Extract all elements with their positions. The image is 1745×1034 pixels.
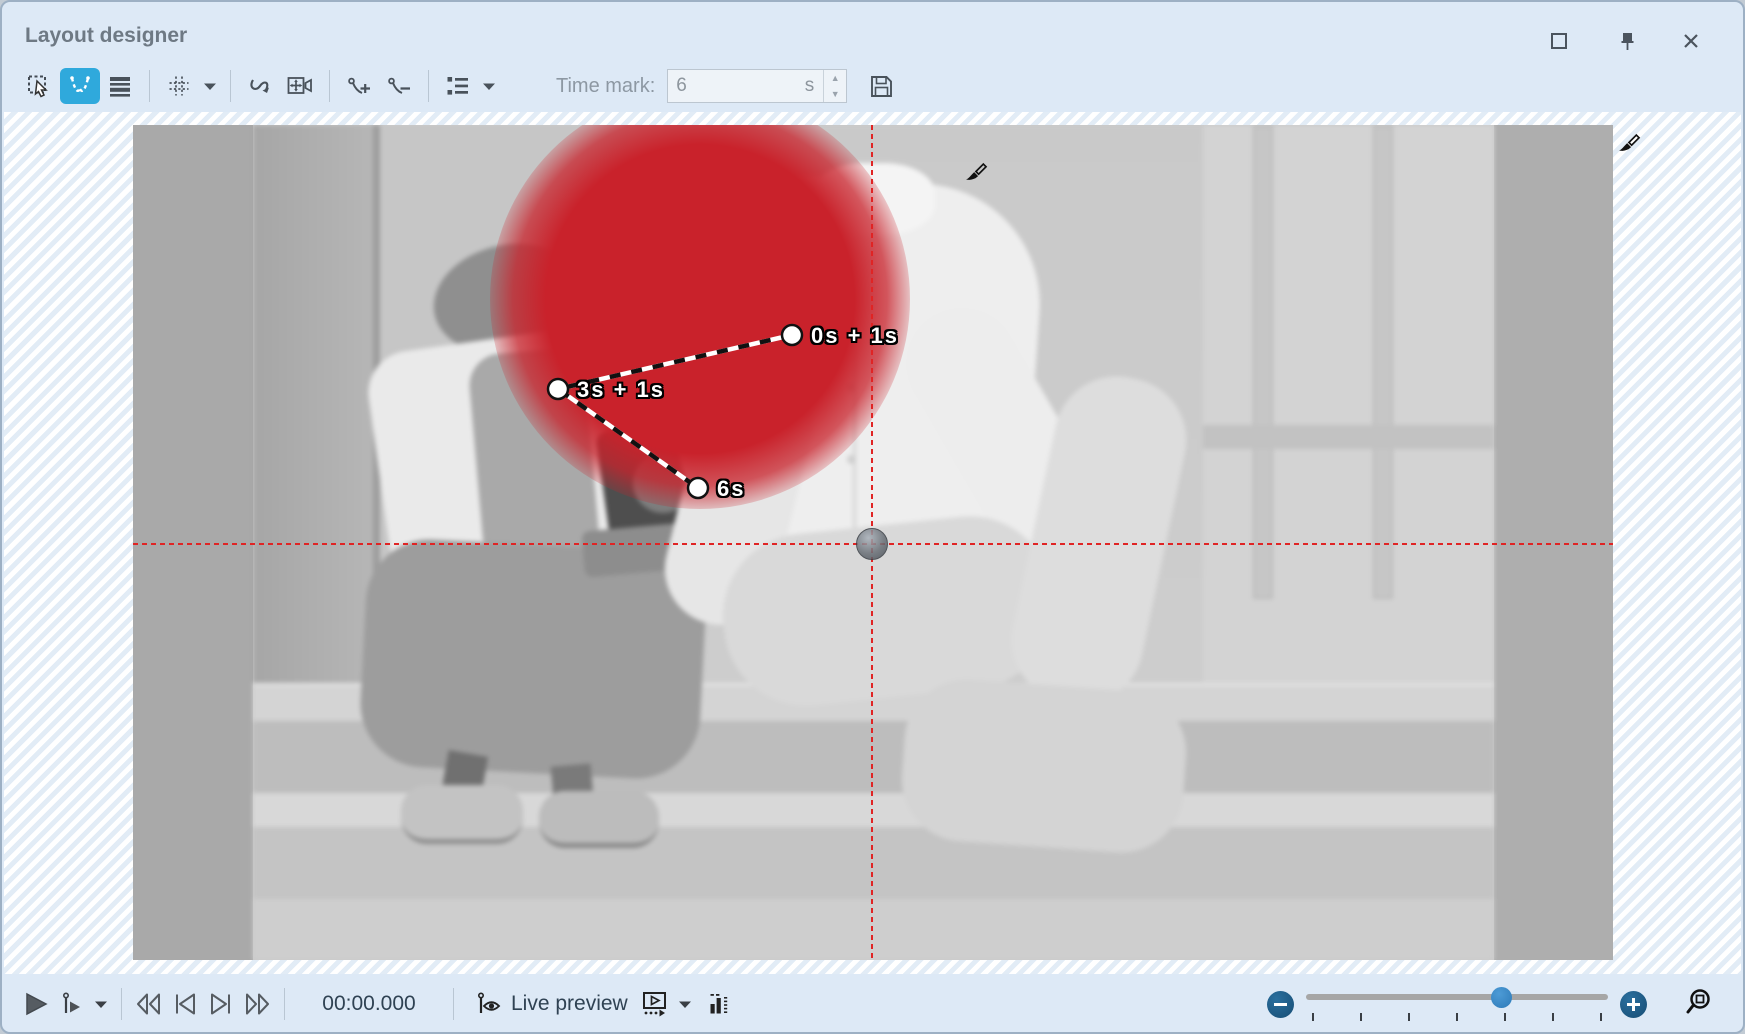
- time-mark-input[interactable]: [668, 74, 788, 98]
- levels-icon: [708, 991, 732, 1017]
- brush-cursor-icon: [963, 161, 989, 187]
- play-icon: [23, 991, 49, 1017]
- smooth-curve-icon: [247, 73, 273, 99]
- live-preview-label: Live preview: [511, 992, 628, 1016]
- zoom-out-button[interactable]: [1267, 991, 1294, 1018]
- transport-separator: [453, 988, 454, 1020]
- chevron-down-icon: [678, 1000, 692, 1009]
- keyframe-point-3s[interactable]: [548, 379, 568, 399]
- close-button[interactable]: [1674, 26, 1708, 56]
- spinner-up-button[interactable]: ▲: [824, 70, 846, 86]
- zoom-fit-button[interactable]: [1683, 987, 1713, 1022]
- objects-list-dropdown-caret[interactable]: [478, 68, 500, 104]
- grid-dropdown-caret[interactable]: [199, 68, 221, 104]
- add-point-icon: [345, 73, 373, 99]
- grid-tool-button[interactable]: [159, 68, 199, 104]
- play-from-time-mark-button[interactable]: [54, 986, 90, 1022]
- titlebar[interactable]: Layout designer: [2, 2, 1743, 60]
- align-lines-icon: [107, 73, 133, 99]
- objects-list-tool-button[interactable]: [438, 68, 478, 104]
- zoom-slider-ticks: [1312, 1013, 1602, 1021]
- time-mark-unit: s: [788, 75, 814, 97]
- transport-bar: 00:00.000 Live preview: [2, 974, 1743, 1034]
- chevron-down-icon: [203, 82, 217, 91]
- pin-eye-icon: [475, 991, 503, 1018]
- pan-view-tool-button[interactable]: [280, 68, 320, 104]
- toolbar-separator: [149, 70, 150, 102]
- play-options-caret[interactable]: [90, 986, 112, 1022]
- keyframe-label-6s: 6s: [717, 476, 745, 502]
- animation-path: [133, 125, 1613, 960]
- next-point-button[interactable]: [203, 986, 239, 1022]
- remove-point-icon: [385, 73, 413, 99]
- chevron-down-icon: [482, 82, 496, 91]
- canvas-zoom-controls: [1267, 974, 1713, 1034]
- zoom-slider-thumb[interactable]: [1491, 987, 1512, 1008]
- layout-canvas[interactable]: 0s + 1s 3s + 1s 6s: [4, 112, 1741, 974]
- motion-path-icon: [67, 73, 93, 99]
- save-icon: [868, 73, 895, 100]
- smooth-curve-tool-button[interactable]: [240, 68, 280, 104]
- select-tool-icon: [27, 73, 53, 99]
- preview-window-button[interactable]: [638, 986, 674, 1022]
- play-button[interactable]: [18, 986, 54, 1022]
- keyframe-point-0s[interactable]: [782, 325, 802, 345]
- go-to-start-button[interactable]: [131, 986, 167, 1022]
- maximize-button[interactable]: [1542, 26, 1576, 56]
- time-mark-label: Time mark:: [556, 75, 655, 98]
- brush-handle-icon: [1616, 132, 1642, 158]
- timecode-display: 00:00.000: [294, 992, 444, 1016]
- grid-icon: [166, 73, 192, 99]
- keyframe-point-6s[interactable]: [688, 478, 708, 498]
- pan-view-icon: [286, 73, 314, 99]
- skip-back-icon: [134, 991, 164, 1017]
- play-from-mark-icon: [59, 991, 85, 1017]
- pin-icon: [1617, 31, 1637, 51]
- save-time-mark-button[interactable]: [861, 68, 901, 104]
- chevron-down-icon: [94, 1000, 108, 1009]
- minus-icon: [1274, 1003, 1287, 1006]
- preview-window-icon: [642, 991, 669, 1018]
- select-tool-button[interactable]: [20, 68, 60, 104]
- skip-forward-icon: [242, 991, 272, 1017]
- transport-separator: [284, 988, 285, 1020]
- toolbar-separator: [230, 70, 231, 102]
- close-icon: [1681, 31, 1701, 51]
- layout-designer-window: Layout designer: [0, 0, 1745, 1034]
- keyframe-label-0s: 0s + 1s: [811, 323, 899, 349]
- spinner-down-button[interactable]: ▼: [824, 86, 846, 102]
- slide-photo[interactable]: 0s + 1s 3s + 1s 6s: [133, 125, 1613, 960]
- time-mark-box: s ▲ ▼: [667, 69, 847, 103]
- remove-point-tool-button[interactable]: [379, 68, 419, 104]
- go-to-end-button[interactable]: [239, 986, 275, 1022]
- zoom-slider-track[interactable]: [1306, 994, 1608, 1000]
- magnifier-fit-icon: [1683, 987, 1713, 1017]
- show-levels-button[interactable]: [702, 986, 738, 1022]
- zoom-in-button[interactable]: [1620, 991, 1647, 1018]
- objects-list-icon: [445, 73, 471, 99]
- canvas-zoom-slider: [1306, 987, 1608, 1021]
- main-toolbar: Time mark: s ▲ ▼: [2, 60, 1743, 112]
- pin-button[interactable]: [1610, 26, 1644, 56]
- keyframe-label-3s: 3s + 1s: [577, 377, 665, 403]
- maximize-icon: [1549, 31, 1569, 51]
- align-lines-tool-button[interactable]: [100, 68, 140, 104]
- previous-icon: [172, 991, 198, 1017]
- add-point-tool-button[interactable]: [339, 68, 379, 104]
- previous-point-button[interactable]: [167, 986, 203, 1022]
- window-title: Layout designer: [25, 24, 187, 48]
- next-icon: [208, 991, 234, 1017]
- motion-path-tool-button[interactable]: [60, 68, 100, 104]
- preview-options-caret[interactable]: [674, 986, 696, 1022]
- toolbar-separator: [428, 70, 429, 102]
- live-preview-toggle[interactable]: Live preview: [475, 991, 628, 1018]
- transport-separator: [121, 988, 122, 1020]
- toolbar-separator: [329, 70, 330, 102]
- time-mark-spinner: ▲ ▼: [823, 70, 846, 102]
